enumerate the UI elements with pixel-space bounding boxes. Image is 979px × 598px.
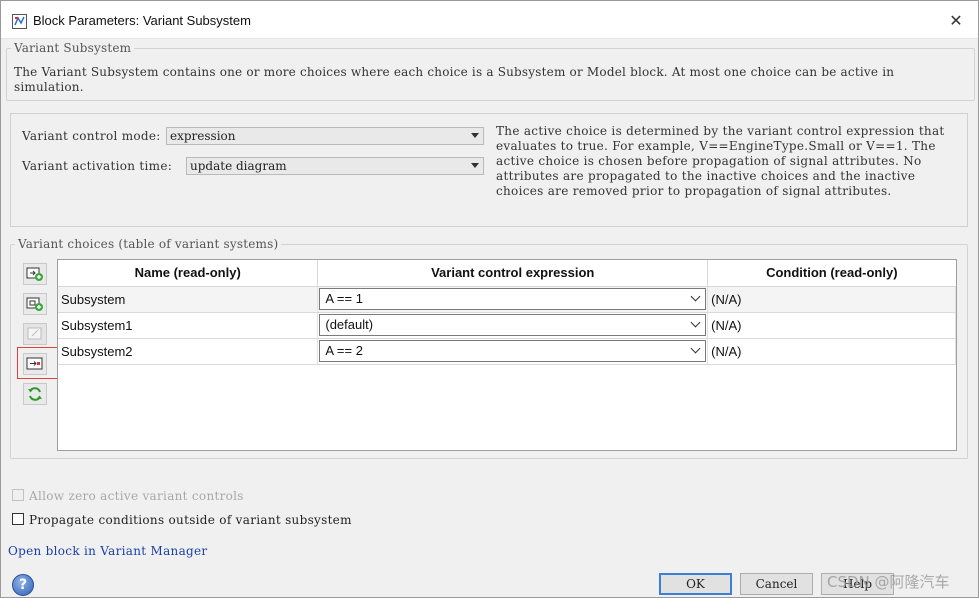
condition-cell: (N/A) (707, 338, 956, 365)
expression-cell[interactable]: (default) (317, 312, 709, 339)
dropdown-arrow-icon (471, 133, 479, 138)
condition-cell: (N/A) (707, 312, 956, 339)
choice-name: Subsystem1 (58, 312, 319, 339)
choice-name: Subsystem2 (58, 338, 319, 365)
condition-cell: (N/A) (707, 286, 956, 313)
variant-activation-time-select[interactable]: update diagram (186, 157, 484, 175)
chevron-down-icon (690, 317, 701, 328)
help-icon[interactable]: ? (12, 574, 34, 596)
window-title: Block Parameters: Variant Subsystem (33, 13, 251, 28)
variant-control-mode-value: expression (170, 129, 236, 143)
column-header-condition[interactable]: Condition (read-only) (707, 260, 956, 287)
variant-activation-time-value: update diagram (190, 159, 287, 173)
expression-value: (default) (325, 317, 374, 332)
add-subsystem-choice-button[interactable] (23, 263, 47, 285)
active-choice-info: The active choice is determined by the v… (496, 124, 945, 198)
chevron-down-icon (690, 343, 701, 354)
propagate-conditions-checkbox[interactable] (12, 513, 24, 525)
open-variant-manager-link[interactable]: Open block in Variant Manager (8, 544, 207, 558)
table-row[interactable]: Subsystem2 A == 2 (N/A) (58, 338, 956, 365)
column-header-name[interactable]: Name (read-only) (58, 260, 319, 287)
title-bar: Block Parameters: Variant Subsystem ✕ (1, 1, 978, 39)
chevron-down-icon (690, 291, 701, 302)
disabled-choice-icon (27, 327, 42, 340)
table-row[interactable]: Subsystem A == 1 (N/A) (58, 286, 956, 313)
ok-button[interactable]: OK (659, 573, 732, 595)
cancel-button[interactable]: Cancel (740, 573, 813, 595)
simulink-block-icon (12, 14, 27, 29)
refresh-button[interactable] (23, 383, 47, 405)
table-header-row: Name (read-only) Variant control express… (58, 260, 956, 287)
add-model-choice-button[interactable] (23, 293, 47, 315)
dropdown-arrow-icon (471, 163, 479, 168)
allow-zero-active-label: Allow zero active variant controls (29, 489, 244, 503)
variant-control-mode-select[interactable]: expression (166, 127, 484, 145)
block-parameters-dialog: Block Parameters: Variant Subsystem ✕ Va… (0, 0, 979, 598)
disabled-choice-button (23, 323, 47, 345)
allow-zero-active-checkbox[interactable] (12, 489, 24, 501)
expression-cell[interactable]: A == 1 (317, 286, 709, 313)
expression-value: A == 2 (325, 343, 363, 358)
watermark: CSDN @阿隆汽车 (827, 573, 950, 591)
variant-activation-time-label: Variant activation time: (22, 159, 173, 173)
variant-choices-table: Name (read-only) Variant control express… (57, 259, 957, 451)
choice-name: Subsystem (58, 286, 319, 313)
expression-cell[interactable]: A == 2 (317, 338, 709, 365)
table-row[interactable]: Subsystem1 (default) (N/A) (58, 312, 956, 339)
add-model-choice-icon (26, 297, 43, 311)
refresh-icon (28, 387, 42, 401)
add-subsystem-choice-icon (26, 267, 43, 281)
variant-control-mode-label: Variant control mode: (22, 129, 161, 143)
column-header-expression[interactable]: Variant control expression (317, 260, 709, 287)
variant-choices-title: Variant choices (table of variant system… (18, 237, 279, 251)
expression-select[interactable]: A == 1 (319, 288, 707, 310)
block-description: The Variant Subsystem contains one or mo… (14, 65, 895, 94)
expression-value: A == 1 (325, 291, 363, 306)
propagate-conditions-label: Propagate conditions outside of variant … (29, 513, 352, 527)
expression-select[interactable]: A == 2 (319, 340, 707, 362)
variant-control-panel: Variant control mode: expression Variant… (10, 113, 968, 227)
expression-select[interactable]: (default) (319, 314, 707, 336)
close-icon[interactable]: ✕ (944, 9, 968, 33)
block-group-title: Variant Subsystem (14, 41, 132, 55)
